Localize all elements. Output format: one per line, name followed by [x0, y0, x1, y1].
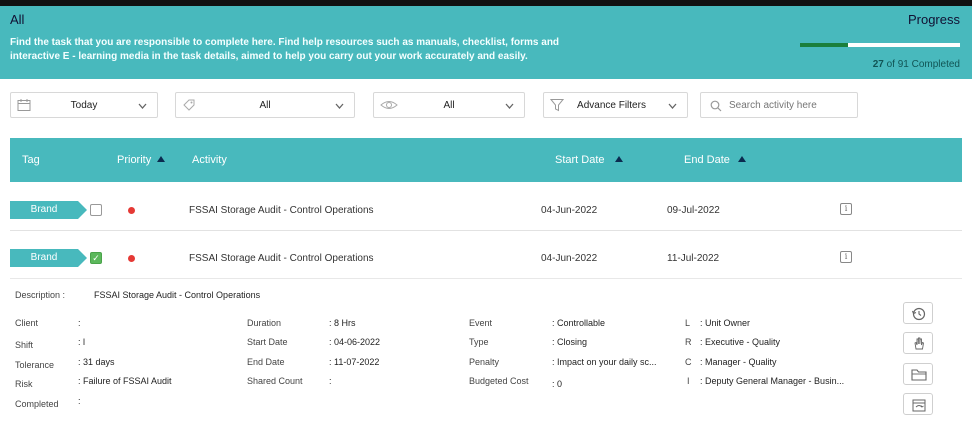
- detail-label: I: [687, 376, 690, 386]
- detail-label: Risk: [15, 379, 33, 389]
- detail-label: Start Date: [247, 337, 288, 347]
- history-icon: [911, 307, 926, 321]
- detail-label: Shared Count: [247, 376, 303, 386]
- detail-label: Type: [469, 337, 489, 347]
- detail-value: : Deputy General Manager - Busin...: [700, 376, 845, 386]
- row-start-date: 04-Jun-2022: [541, 253, 598, 264]
- hand-icon: [914, 337, 924, 350]
- detail-value: : Executive - Quality: [700, 337, 781, 347]
- row-activity: FSSAI Storage Audit - Control Operations: [189, 253, 374, 264]
- detail-value: : Unit Owner: [700, 318, 751, 328]
- detail-label: Duration: [247, 318, 282, 328]
- detail-value: : Manager - Quality: [700, 357, 777, 367]
- header-end-date[interactable]: End Date: [684, 154, 746, 166]
- detail-value: : 0: [552, 379, 563, 389]
- detail-value: :: [329, 376, 332, 386]
- task-details-panel: Description : FSSAI Storage Audit - Cont…: [10, 278, 942, 420]
- date-filter-dropdown[interactable]: Today: [10, 92, 158, 118]
- description-value: FSSAI Storage Audit - Control Operations: [94, 290, 261, 300]
- folder-button[interactable]: [903, 363, 933, 385]
- detail-value: : Closing: [552, 337, 588, 347]
- header-priority-label: Priority: [117, 154, 152, 166]
- header-start-date[interactable]: Start Date: [555, 154, 623, 166]
- search-icon: [710, 100, 722, 115]
- sort-asc-icon: [157, 156, 166, 163]
- filter-bar: Today All All Advance Filters: [0, 92, 972, 118]
- header-activity: Activity: [192, 154, 227, 166]
- history-button[interactable]: [903, 302, 933, 324]
- tag-filter-dropdown[interactable]: All: [175, 92, 355, 118]
- search-input[interactable]: [729, 98, 853, 113]
- detail-value: :: [78, 396, 81, 406]
- priority-high-icon: [128, 255, 135, 262]
- detail-label: L: [685, 318, 691, 328]
- table-row[interactable]: Brand ✓ FSSAI Storage Audit - Control Op…: [10, 233, 962, 279]
- detail-value: : Controllable: [552, 318, 606, 328]
- header-banner: All Find the task that you are responsib…: [0, 6, 972, 79]
- chevron-down-icon: [505, 101, 514, 112]
- priority-high-icon: [128, 207, 135, 214]
- row-checkbox[interactable]: [90, 204, 102, 216]
- detail-value: : Impact on your daily sc...: [552, 357, 657, 367]
- row-checkbox-checked[interactable]: ✓: [90, 252, 102, 264]
- row-activity: FSSAI Storage Audit - Control Operations: [189, 205, 374, 216]
- advance-filters-label: Advance Filters: [577, 100, 646, 111]
- detail-label: Penalty: [469, 357, 500, 367]
- hand-button[interactable]: [903, 332, 933, 354]
- row-end-date: 09-Jul-2022: [667, 205, 720, 216]
- date-filter-value: Today: [70, 100, 98, 111]
- page-title: All: [10, 12, 25, 27]
- detail-value: : 31 days: [78, 357, 115, 367]
- header-tag: Tag: [22, 154, 40, 166]
- detail-value: : 8 Hrs: [329, 318, 356, 328]
- detail-label: Tolerance: [15, 360, 55, 370]
- folder-icon: [911, 369, 927, 381]
- detail-value: :: [78, 318, 81, 328]
- row-tag: Brand: [10, 249, 87, 267]
- progress-text: 27 of 91 Completed: [873, 59, 960, 70]
- row-tag: Brand: [10, 201, 87, 219]
- row-end-date: 11-Jul-2022: [667, 253, 720, 264]
- chevron-down-icon: [138, 101, 147, 112]
- row-start-date: 04-Jun-2022: [541, 205, 598, 216]
- detail-label: Budgeted Cost: [469, 376, 529, 386]
- progress-bar-fill: [800, 43, 848, 47]
- info-icon[interactable]: i: [840, 251, 852, 263]
- detail-value: : Failure of FSSAI Audit: [78, 376, 172, 386]
- detail-value: : l: [78, 337, 86, 347]
- view-filter-value: All: [443, 100, 455, 111]
- progress-title: Progress: [907, 12, 960, 27]
- header-priority[interactable]: Priority: [117, 154, 166, 166]
- completed-count: 27: [872, 59, 884, 70]
- description-label: Description :: [15, 290, 66, 300]
- header-start-label: Start Date: [555, 154, 605, 166]
- header-end-label: End Date: [684, 154, 730, 166]
- detail-label: End Date: [247, 357, 285, 367]
- detail-value: : 04-06-2022: [329, 337, 381, 347]
- info-icon[interactable]: i: [840, 203, 852, 215]
- refresh-calendar-icon: [912, 399, 926, 412]
- detail-label: C: [685, 357, 692, 367]
- chevron-down-icon: [335, 101, 344, 112]
- view-filter-dropdown[interactable]: All: [373, 92, 525, 118]
- detail-label: Event: [469, 318, 493, 328]
- detail-label: Shift: [15, 340, 34, 350]
- table-header: Tag Priority Activity Start Date End Dat…: [10, 138, 962, 182]
- table-row[interactable]: Brand FSSAI Storage Audit - Control Oper…: [10, 185, 962, 231]
- sort-asc-icon: [614, 156, 623, 163]
- sort-asc-icon: [737, 156, 746, 163]
- advance-filters-dropdown[interactable]: Advance Filters: [543, 92, 688, 118]
- detail-label: Completed: [15, 399, 59, 409]
- page-description: Find the task that you are responsible t…: [10, 37, 560, 62]
- completed-suffix: of 91 Completed: [883, 59, 960, 70]
- refresh-calendar-button[interactable]: [903, 393, 933, 415]
- search-box[interactable]: [700, 92, 858, 118]
- tag-filter-value: All: [259, 100, 271, 111]
- chevron-down-icon: [668, 101, 677, 112]
- detail-label: R: [685, 337, 692, 347]
- detail-label: Client: [15, 318, 39, 328]
- progress-bar: [800, 43, 960, 47]
- detail-value: : 11-07-2022: [329, 357, 380, 367]
